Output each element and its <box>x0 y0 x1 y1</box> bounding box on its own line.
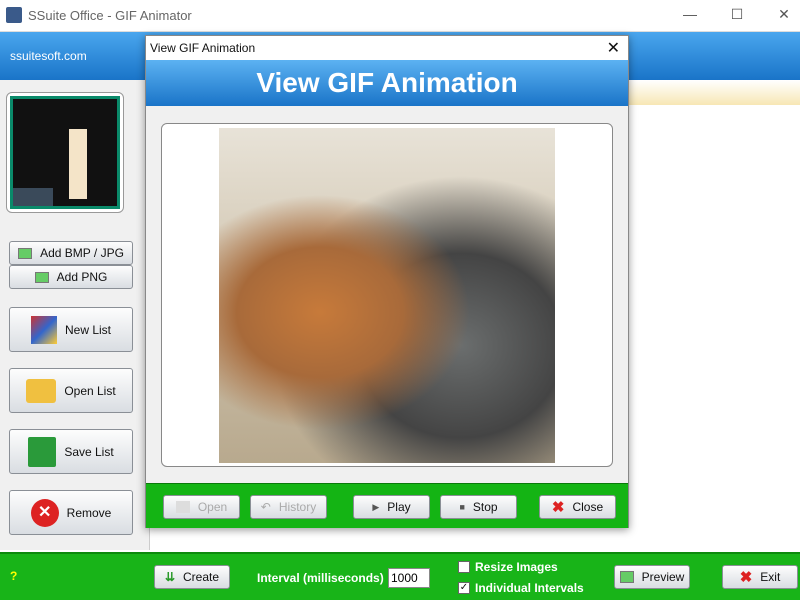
open-icon <box>175 501 190 513</box>
image-icon <box>34 271 49 283</box>
play-icon: ▶ <box>372 501 380 512</box>
dialog-title-bar: View GIF Animation <box>146 36 628 60</box>
create-button[interactable]: ⇊ Create <box>154 565 230 589</box>
app-icon <box>6 7 22 23</box>
remove-icon: ✕ <box>30 498 59 527</box>
button-label: Preview <box>641 570 685 584</box>
close-window-button[interactable]: ✕ <box>769 6 799 23</box>
create-arrow-icon: ⇊ <box>164 570 176 584</box>
title-bar: SSuite Office - GIF Animator — ☐ ✕ <box>0 0 800 32</box>
individual-intervals-checkbox[interactable]: ✓ <box>458 582 470 594</box>
thumbnail-figure <box>69 129 87 199</box>
interval-label: Interval (milliseconds) <box>257 571 384 585</box>
thumbnail-stairs <box>13 188 53 206</box>
new-list-button[interactable]: New List <box>9 307 133 352</box>
image-icon <box>18 247 33 259</box>
stop-button[interactable]: ■ Stop <box>440 495 517 519</box>
button-label: Remove <box>66 505 112 520</box>
bottom-toolbar: ? ⇊ Create Interval (milliseconds) Resize… <box>0 552 800 600</box>
button-label: Add PNG <box>56 270 108 284</box>
frame-thumbnail[interactable] <box>6 92 124 213</box>
button-label: Add BMP / JPG <box>40 246 124 260</box>
button-label: Open List <box>64 383 116 398</box>
exit-button[interactable]: ✖ Exit <box>722 565 798 589</box>
history-button[interactable]: ↶ History <box>250 495 327 519</box>
close-x-icon: ✖ <box>551 499 565 516</box>
close-button[interactable]: ✖ Close <box>539 495 616 519</box>
remove-button[interactable]: ✕ Remove <box>9 490 133 535</box>
add-png-button[interactable]: Add PNG <box>9 265 133 289</box>
interval-input[interactable] <box>388 568 430 588</box>
exit-x-icon: ✖ <box>739 569 753 586</box>
help-icon[interactable]: ? <box>10 569 17 583</box>
resize-images-checkbox[interactable] <box>458 561 470 573</box>
gif-preview-image <box>219 128 555 463</box>
preview-icon <box>619 571 634 583</box>
maximize-button[interactable]: ☐ <box>722 6 752 23</box>
dialog-title: View GIF Animation <box>150 41 256 55</box>
dialog-toolbar: Open ↶ History ▶ Play ■ Stop ✖ Close <box>146 483 628 528</box>
preview-button[interactable]: Preview <box>614 565 690 589</box>
play-button[interactable]: ▶ Play <box>353 495 430 519</box>
site-link[interactable]: ssuitesoft.com <box>10 49 87 63</box>
button-label: History <box>278 500 317 514</box>
button-label: Play <box>387 500 411 514</box>
new-list-icon <box>30 315 57 344</box>
minimize-button[interactable]: — <box>675 6 705 22</box>
header-strip <box>628 80 800 105</box>
button-label: Exit <box>760 570 781 584</box>
preview-frame <box>161 123 613 467</box>
open-list-button[interactable]: Open List <box>9 368 133 413</box>
button-label: Create <box>183 570 220 584</box>
button-label: Open <box>197 500 228 514</box>
open-button[interactable]: Open <box>163 495 240 519</box>
dialog-banner: View GIF Animation <box>146 60 628 106</box>
individual-intervals-label: Individual Intervals <box>475 581 584 595</box>
save-list-button[interactable]: Save List <box>9 429 133 474</box>
button-label: Close <box>572 500 604 514</box>
add-bmp-jpg-button[interactable]: Add BMP / JPG <box>9 241 133 265</box>
history-icon: ↶ <box>260 500 271 514</box>
stop-icon: ■ <box>459 502 465 512</box>
floppy-icon <box>28 436 57 467</box>
resize-images-label: Resize Images <box>475 560 558 574</box>
button-label: Stop <box>472 500 498 514</box>
folder-icon <box>26 378 57 403</box>
button-label: Save List <box>64 444 114 459</box>
window-title: SSuite Office - GIF Animator <box>28 8 192 23</box>
button-label: New List <box>64 322 111 337</box>
dialog-close-icon[interactable]: ✕ <box>607 38 620 58</box>
view-gif-dialog: View GIF Animation ✕ View GIF Animation … <box>145 35 629 528</box>
